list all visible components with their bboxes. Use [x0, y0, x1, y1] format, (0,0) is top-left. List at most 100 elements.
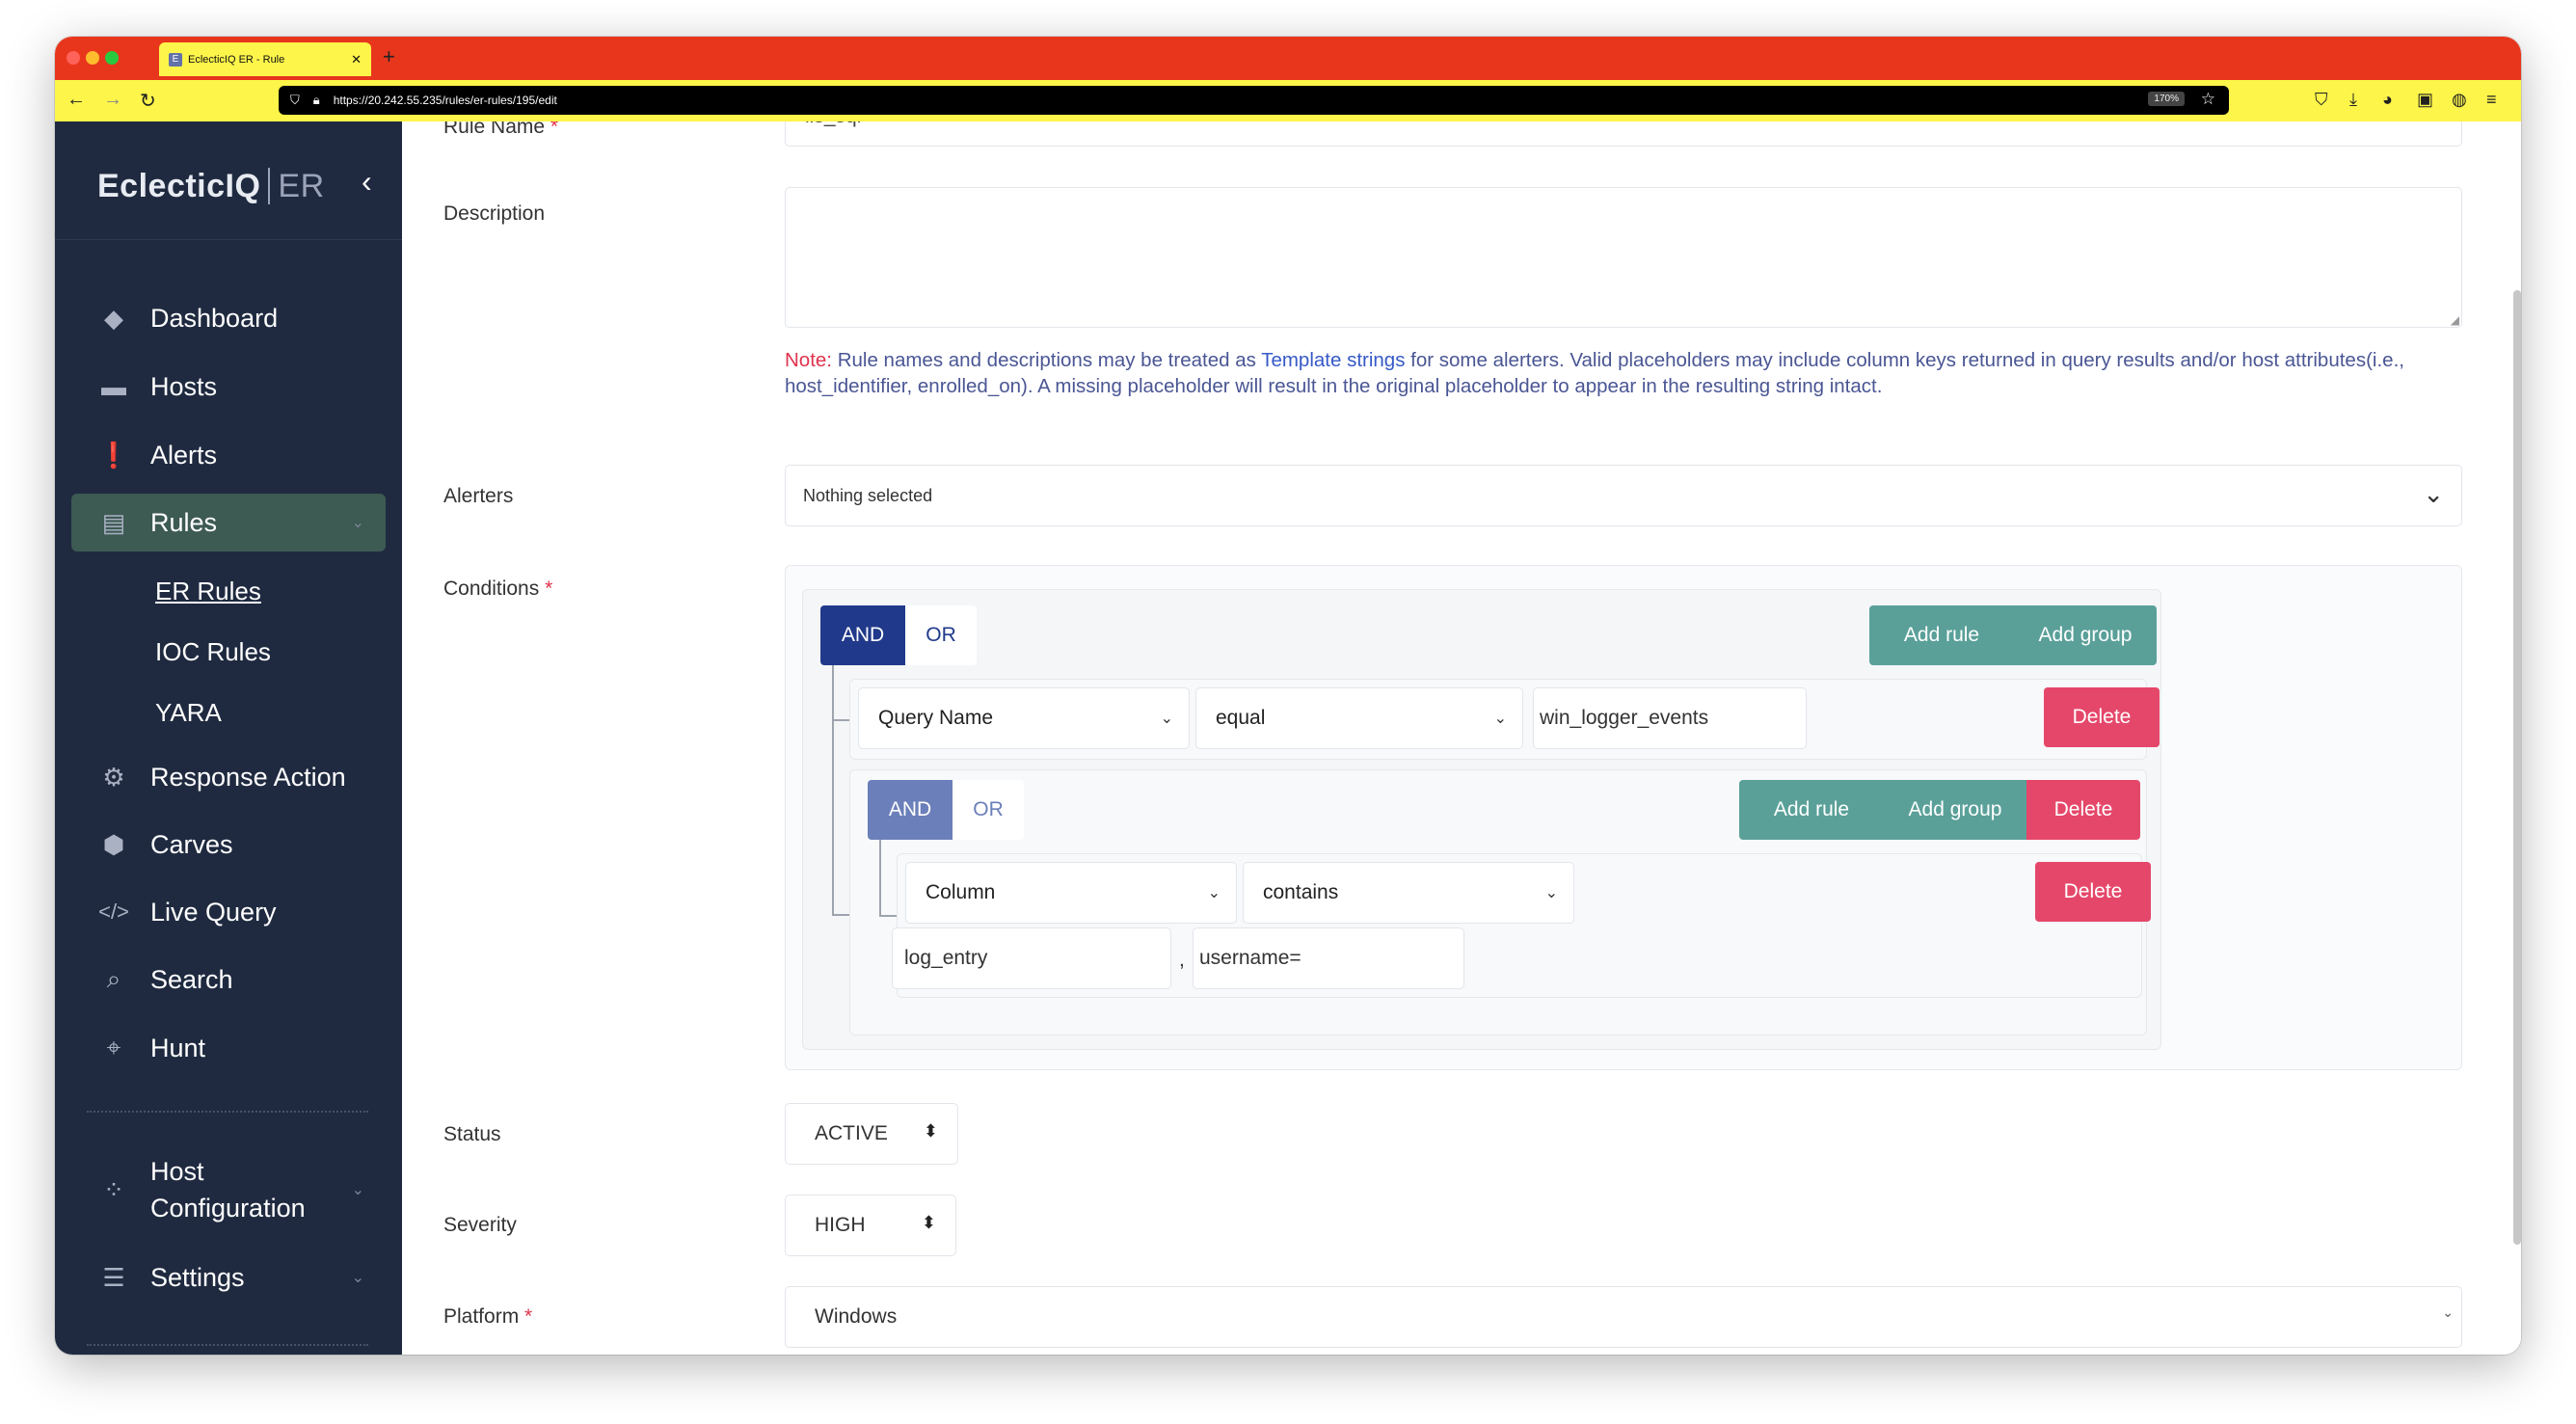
gear-icon: ⚙	[102, 762, 125, 792]
and-toggle[interactable]: AND	[820, 605, 905, 665]
hexagon-icon: ⬢	[102, 829, 125, 859]
sidebar-item-hosts[interactable]: ▬ Hosts	[71, 358, 386, 416]
close-window-button[interactable]	[67, 51, 80, 65]
condition-group-root: AND OR Add rule Add group Query Name ⌄ eq…	[802, 589, 2161, 1050]
sidebar-divider	[87, 1111, 368, 1113]
add-group-button[interactable]: Add group	[1884, 780, 2026, 840]
column-value-input[interactable]: username=	[1193, 927, 1464, 989]
column-name-input[interactable]: log_entry	[892, 927, 1171, 989]
sidebar: EclecticIQ ER ‹ ◆ Dashboard ▬ Hosts ❗ Ale…	[55, 121, 402, 1355]
scrollbar[interactable]	[2513, 290, 2521, 1245]
menu-icon[interactable]: ≡	[2486, 90, 2497, 110]
sidebar-item-search[interactable]: ⌕ Search	[71, 951, 386, 1008]
add-group-button[interactable]: Add group	[2014, 605, 2157, 665]
zoom-badge[interactable]: 170%	[2148, 92, 2185, 106]
platform-select[interactable]: Windows ⌄	[785, 1286, 2462, 1348]
status-label: Status	[443, 1123, 501, 1145]
severity-select[interactable]: HIGH ⬍	[785, 1195, 956, 1256]
browser-window: E EclecticIQ ER - Rule ✕ + ← → ↻ ⛉ 🔒︎ ht…	[55, 37, 2521, 1355]
chevron-down-icon: ⌄	[1544, 885, 1558, 901]
or-toggle[interactable]: OR	[953, 780, 1024, 840]
extension-icon[interactable]: ◕	[2382, 90, 2393, 110]
chevron-down-icon: ⌄	[351, 515, 364, 531]
star-icon[interactable]: ☆	[2201, 90, 2215, 109]
layers-icon: ◆	[104, 303, 123, 333]
sidebar-item-hunt[interactable]: ⌖ Hunt	[71, 1019, 386, 1077]
tab-title: EclecticIQ ER - Rule	[188, 53, 285, 66]
and-toggle[interactable]: AND	[868, 780, 953, 840]
forward-icon[interactable]: →	[103, 89, 122, 111]
maximize-window-button[interactable]	[105, 51, 119, 65]
severity-label: Severity	[443, 1214, 517, 1236]
monitor-icon: ▬	[101, 371, 126, 401]
sidebar-subitem-ioc-rules[interactable]: IOC Rules	[155, 637, 271, 667]
code-icon: </>	[98, 900, 129, 924]
platform-label: Platform *	[443, 1305, 533, 1328]
minimize-window-button[interactable]	[86, 51, 99, 65]
browser-tab[interactable]: E EclecticIQ ER - Rule ✕	[159, 42, 371, 76]
chevron-down-icon: ⌄	[351, 1270, 364, 1286]
operator-select[interactable]: contains ⌄	[1243, 862, 1574, 924]
delete-rule-button[interactable]: Delete	[2044, 687, 2160, 747]
sidebar-item-rules[interactable]: ▤ Rules ⌄	[71, 494, 386, 551]
status-select[interactable]: ACTIVE ⬍	[785, 1103, 958, 1165]
chevron-down-icon: ⌄	[351, 1182, 364, 1198]
lock-icon[interactable]: 🔒︎	[313, 93, 320, 108]
chevron-left-icon[interactable]: ‹	[362, 164, 372, 200]
template-strings-link[interactable]: Template strings	[1261, 349, 1405, 371]
value-input[interactable]: win_logger_events	[1533, 687, 1807, 749]
conditions-label: Conditions *	[443, 578, 553, 600]
chevron-down-icon: ⌄	[2442, 1304, 2454, 1320]
chevron-down-icon: ⌄	[1207, 885, 1221, 901]
url-text: https://20.242.55.235/rules/er-rules/195…	[333, 94, 557, 107]
sidebar-item-live-query[interactable]: </> Live Query	[71, 883, 386, 941]
description-label: Description	[443, 202, 546, 225]
chevron-down-icon: ⌄	[2423, 479, 2444, 508]
delete-rule-button[interactable]: Delete	[2035, 862, 2151, 922]
field-select[interactable]: Column ⌄	[905, 862, 1237, 924]
sidebar-item-dashboard[interactable]: ◆ Dashboard	[71, 289, 386, 347]
resize-handle-icon[interactable]: ◢	[2451, 313, 2459, 327]
sidebar-subitem-yara[interactable]: YARA	[155, 698, 222, 728]
title-bar: E EclecticIQ ER - Rule ✕ +	[55, 37, 2521, 80]
close-tab-icon[interactable]: ✕	[351, 52, 362, 67]
app-logo[interactable]: EclecticIQ ER	[97, 168, 325, 205]
description-textarea[interactable]: ◢	[785, 187, 2462, 328]
field-select[interactable]: Query Name ⌄	[858, 687, 1190, 749]
condition-rule: Query Name ⌄ equal ⌄ win_logger_events Del…	[849, 679, 2160, 760]
pocket-icon[interactable]: ⛉	[2315, 90, 2328, 110]
chevron-down-icon: ⌄	[1160, 711, 1173, 727]
operator-select[interactable]: equal ⌄	[1195, 687, 1523, 749]
search-icon: ⌕	[106, 964, 121, 993]
alert-icon: ❗	[97, 440, 130, 470]
new-tab-icon[interactable]: +	[383, 44, 395, 69]
or-toggle[interactable]: OR	[905, 605, 977, 665]
conditions-builder: AND OR Add rule Add group Query Name ⌄ eq…	[785, 565, 2462, 1070]
browser-toolbar: ← → ↻ ⛉ 🔒︎ https://20.242.55.235/rules/e…	[55, 80, 2521, 121]
add-rule-button[interactable]: Add rule	[1869, 605, 2014, 665]
sidebar-item-alerts[interactable]: ❗ Alerts	[71, 426, 386, 484]
sidebar-subitem-er-rules[interactable]: ER Rules	[155, 577, 261, 606]
clipboard-icon: ▤	[101, 507, 126, 537]
config-icon: ⁘	[103, 1174, 124, 1204]
sidebar-item-settings[interactable]: ☰ Settings ⌄	[71, 1249, 386, 1306]
shield-icon[interactable]: ⛉	[290, 93, 300, 108]
account-icon[interactable]: ◍	[2452, 90, 2467, 110]
crosshair-icon: ⌖	[106, 1033, 121, 1061]
sort-arrows-icon: ⬍	[921, 1213, 936, 1232]
alerters-select[interactable]: Nothing selected ⌄	[785, 465, 2462, 526]
favicon-icon: E	[169, 52, 182, 67]
address-bar[interactable]: ⛉ 🔒︎ https://20.242.55.235/rules/er-rule…	[279, 86, 2229, 115]
sidebar-item-response-action[interactable]: ⚙ Response Action	[71, 748, 386, 806]
server-icon: ☰	[102, 1262, 125, 1292]
rule-name-input[interactable]: iis_sql	[785, 121, 2462, 147]
download-icon[interactable]: ⤓	[2349, 90, 2357, 110]
back-icon[interactable]: ←	[67, 89, 86, 111]
alerters-label: Alerters	[443, 485, 514, 507]
delete-group-button[interactable]: Delete	[2026, 780, 2140, 840]
sidebar-item-host-configuration[interactable]: ⁘ Host Configuration ⌄	[71, 1151, 386, 1228]
container-icon[interactable]: ▣	[2417, 90, 2433, 110]
add-rule-button[interactable]: Add rule	[1739, 780, 1884, 840]
reload-icon[interactable]: ↻	[140, 89, 156, 113]
sidebar-item-carves[interactable]: ⬢ Carves	[71, 816, 386, 873]
